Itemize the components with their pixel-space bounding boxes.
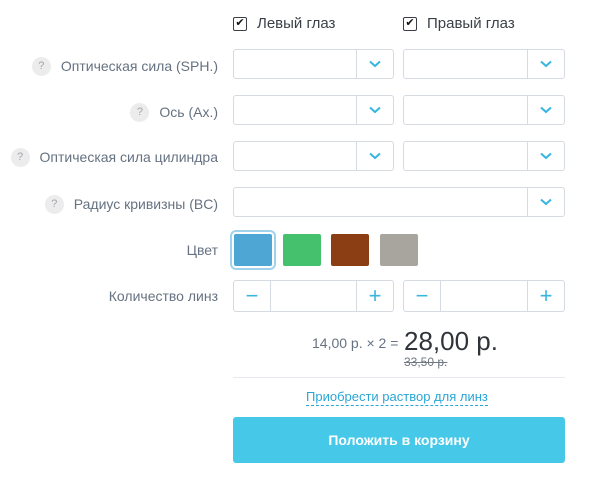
chevron-down-icon[interactable]: [356, 50, 393, 78]
color-swatch-brown[interactable]: [331, 234, 369, 266]
checkbox-check-icon[interactable]: ✔: [233, 16, 247, 31]
bc-label: Радиус кривизны (BC): [73, 196, 218, 212]
left-eye-label: Левый глаз: [257, 15, 336, 32]
old-price: 33,50 р.: [404, 355, 448, 369]
sph-label-group: ? Оптическая сила (SPH.): [31, 50, 218, 82]
unit-price-formula: 14,00 р. × 2 =: [312, 335, 399, 351]
color-swatch-gray[interactable]: [380, 234, 418, 266]
axis-right-select[interactable]: [403, 95, 565, 125]
right-eye-checkbox[interactable]: ✔ Правый глаз: [403, 15, 515, 32]
color-label: Цвет: [186, 242, 218, 258]
chevron-down-icon[interactable]: [356, 96, 393, 124]
color-label-group: Цвет: [187, 234, 218, 266]
quantity-label: Количество линз: [108, 288, 218, 304]
cyl-left-select[interactable]: [233, 141, 394, 171]
left-eye-checkbox[interactable]: ✔ Левый глаз: [233, 15, 335, 32]
help-icon[interactable]: ?: [10, 147, 30, 167]
quantity-stepper-left[interactable]: − +: [233, 280, 394, 312]
plus-button[interactable]: +: [356, 281, 393, 311]
minus-button[interactable]: −: [404, 281, 441, 311]
chevron-down-icon[interactable]: [356, 142, 393, 170]
cyl-right-select[interactable]: [403, 141, 565, 171]
sph-left-select[interactable]: [233, 49, 394, 79]
plus-button[interactable]: +: [527, 281, 564, 311]
checkbox-check-icon[interactable]: ✔: [403, 16, 417, 31]
axis-label-group: ? Ось (Ax.): [130, 96, 218, 128]
sph-right-select[interactable]: [403, 49, 565, 79]
minus-button[interactable]: −: [234, 281, 271, 311]
color-swatch-green[interactable]: [283, 234, 321, 266]
add-to-cart-button[interactable]: Положить в корзину: [233, 417, 565, 463]
bc-label-group: ? Радиус кривизны (BC): [44, 188, 218, 220]
right-eye-label: Правый глаз: [427, 15, 515, 32]
chevron-down-icon[interactable]: [527, 96, 564, 124]
cyl-label: Оптическая сила цилиндра: [39, 149, 218, 165]
axis-left-select[interactable]: [233, 95, 394, 125]
buy-solution-link[interactable]: Приобрести раствор для линз: [306, 389, 488, 406]
axis-label: Ось (Ax.): [159, 104, 218, 120]
help-icon[interactable]: ?: [44, 194, 64, 214]
chevron-down-icon[interactable]: [527, 142, 564, 170]
help-icon[interactable]: ?: [130, 102, 150, 122]
divider: [233, 377, 565, 378]
sph-label: Оптическая сила (SPH.): [60, 58, 218, 74]
total-price: 28,00 р.: [404, 326, 498, 356]
chevron-down-icon[interactable]: [527, 50, 564, 78]
cyl-label-group: ? Оптическая сила цилиндра: [10, 141, 218, 173]
quantity-stepper-right[interactable]: − +: [403, 280, 565, 312]
bc-select[interactable]: [233, 187, 565, 217]
quantity-label-group: Количество линз: [109, 280, 218, 312]
help-icon[interactable]: ?: [31, 56, 51, 76]
chevron-down-icon[interactable]: [527, 188, 564, 216]
color-swatch-blue[interactable]: [230, 230, 276, 270]
